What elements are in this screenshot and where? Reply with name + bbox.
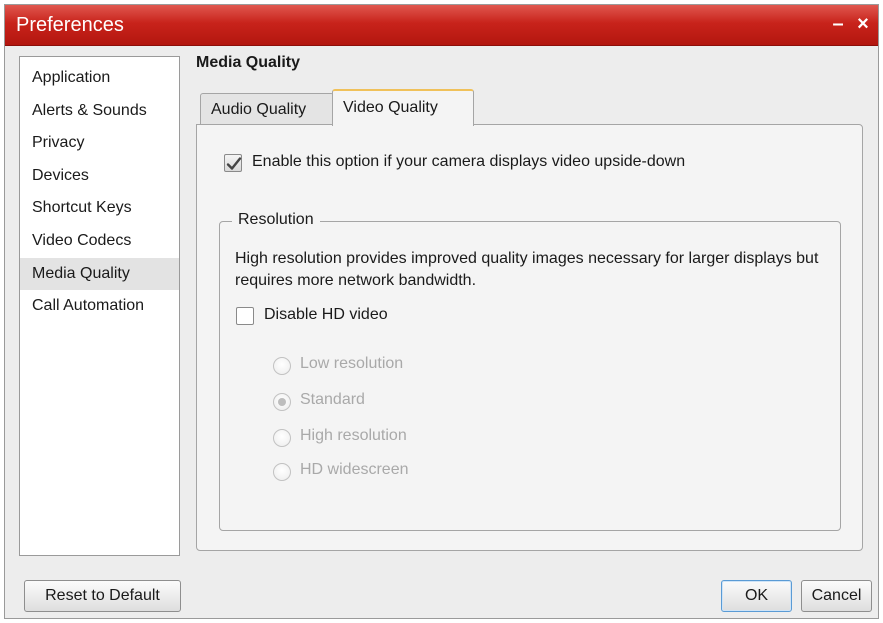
resolution-group: Resolution High resolution provides impr… [219, 211, 841, 531]
standard-label: Standard [300, 391, 365, 408]
radio-standard[interactable] [273, 393, 291, 411]
category-list: Application Alerts & Sounds Privacy Devi… [19, 56, 180, 556]
upside-down-checkbox[interactable] [224, 154, 242, 172]
close-icon[interactable]: × [852, 11, 874, 37]
disable-hd-label: Disable HD video [264, 306, 388, 323]
disable-hd-checkbox[interactable] [236, 307, 254, 325]
page-title: Media Quality [196, 54, 301, 71]
radio-high-resolution[interactable] [273, 429, 291, 447]
resolution-description: High resolution provides improved qualit… [235, 250, 819, 289]
sidebar-item-media-quality[interactable]: Media Quality [20, 257, 179, 291]
title-bar: Preferences – × [5, 5, 878, 46]
preferences-window: Preferences – × Application Alerts & Sou… [4, 4, 879, 619]
sidebar-item-call-automation[interactable]: Call Automation [20, 290, 179, 323]
sidebar-item-shortcut-keys[interactable]: Shortcut Keys [20, 192, 179, 225]
video-quality-panel: Enable this option if your camera displa… [196, 124, 863, 551]
resolution-legend: Resolution [232, 211, 320, 229]
sidebar-item-devices[interactable]: Devices [20, 160, 179, 193]
radio-low-resolution[interactable] [273, 357, 291, 375]
upside-down-label: Enable this option if your camera displa… [252, 153, 686, 170]
minimize-icon[interactable]: – [827, 11, 849, 37]
tab-video-quality[interactable]: Video Quality [332, 89, 474, 126]
window-title: Preferences [16, 14, 124, 36]
checkmark-icon [226, 157, 242, 170]
tab-audio-quality[interactable]: Audio Quality [200, 93, 334, 126]
sidebar-item-application[interactable]: Application [20, 62, 179, 95]
ok-button[interactable]: OK [721, 580, 792, 612]
sidebar-item-video-codecs[interactable]: Video Codecs [20, 225, 179, 258]
hd-widescreen-label: HD widescreen [300, 461, 409, 478]
low-resolution-label: Low resolution [300, 355, 404, 372]
cancel-button[interactable]: Cancel [801, 580, 872, 612]
radio-hd-widescreen[interactable] [273, 463, 291, 481]
reset-to-default-button[interactable]: Reset to Default [24, 580, 181, 612]
sidebar-item-privacy[interactable]: Privacy [20, 127, 179, 160]
high-resolution-label: High resolution [300, 427, 407, 444]
sidebar-item-alerts-sounds[interactable]: Alerts & Sounds [20, 95, 179, 128]
